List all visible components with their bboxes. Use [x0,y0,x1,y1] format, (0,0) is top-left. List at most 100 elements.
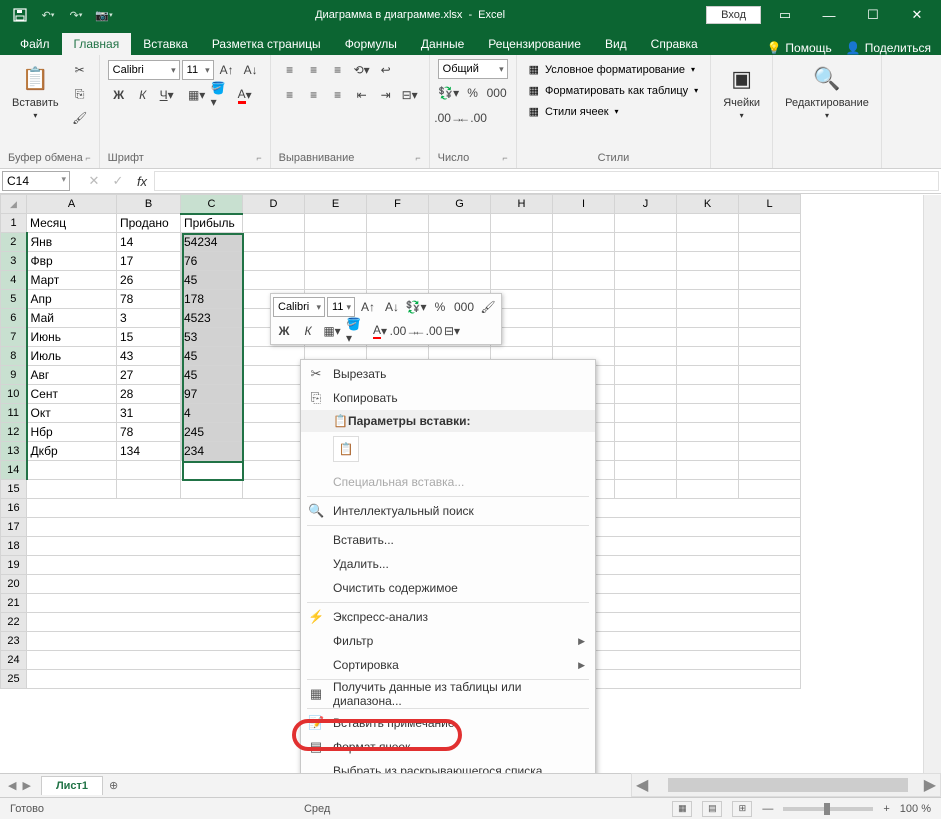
sheet-tab[interactable]: Лист1 [41,776,103,795]
name-box[interactable]: C14 [2,171,70,191]
col-header[interactable]: F [367,195,429,214]
align-right-icon[interactable]: ≡ [327,84,349,106]
cm-filter[interactable]: Фильтр▶ [301,629,595,653]
page-break-icon[interactable]: ⊞ [732,801,752,817]
h-scrollbar[interactable]: ◀▶ [631,773,941,797]
align-top-icon[interactable]: ≡ [279,59,301,81]
format-painter-icon[interactable]: 🖌 [69,107,91,129]
tab-help[interactable]: Справка [639,33,710,55]
cm-clear[interactable]: Очистить содержимое [301,576,595,600]
select-all-corner[interactable]: ◢ [1,195,27,214]
row-header[interactable]: 4 [1,271,27,290]
mini-border-icon[interactable]: ▦▾ [321,320,343,342]
mini-decrease-font-icon[interactable]: A↓ [381,296,403,318]
tab-insert[interactable]: Вставка [131,33,200,55]
cm-smart-lookup[interactable]: 🔍Интеллектуальный поиск [301,499,595,523]
conditional-format-button[interactable]: ▦Условное форматирование▾ [525,61,699,78]
add-sheet-icon[interactable]: ⊕ [109,779,118,792]
sheet-next-icon[interactable]: ▶ [22,779,30,792]
v-scrollbar[interactable] [923,195,941,773]
col-header[interactable]: G [429,195,491,214]
copy-icon[interactable]: ⎘ [69,83,91,105]
font-color-icon[interactable]: A▾ [234,84,256,106]
tell-me[interactable]: 💡Помощь [766,41,831,55]
mini-size-select[interactable]: 11 [327,297,355,317]
increase-font-icon[interactable]: A↑ [216,59,238,81]
cm-delete[interactable]: Удалить... [301,552,595,576]
minimize-icon[interactable]: — [809,0,849,30]
normal-view-icon[interactable]: ▦ [672,801,692,817]
redo-icon[interactable]: ↷▾ [66,5,86,25]
undo-icon[interactable]: ↶▾ [38,5,58,25]
sheet-prev-icon[interactable]: ◀ [8,779,16,792]
orientation-icon[interactable]: ⟲▾ [351,59,373,81]
fx-icon[interactable]: fx [130,174,154,189]
merge-icon[interactable]: ⊟▾ [399,84,421,106]
row-header[interactable]: 2 [1,233,27,252]
bold-button[interactable]: Ж [108,84,130,106]
close-icon[interactable]: ✕ [897,0,937,30]
row-header[interactable]: 13 [1,442,27,461]
cancel-formula-icon[interactable]: ✕ [82,173,106,189]
page-layout-icon[interactable]: ▤ [702,801,722,817]
align-bottom-icon[interactable]: ≡ [327,59,349,81]
paste-button[interactable]: 📋 Вставить ▾ [8,59,63,124]
cell[interactable]: Продано [117,214,181,233]
cm-insert-comment[interactable]: 📝Вставить примечание [301,711,595,735]
paste-default-icon[interactable]: 📋 [333,436,359,462]
row-header[interactable]: 11 [1,404,27,423]
cell[interactable]: Месяц [27,214,117,233]
row-header[interactable]: 1 [1,214,27,233]
comma-icon[interactable]: 000 [486,82,508,104]
number-format-select[interactable]: Общий [438,59,508,79]
mini-fill-icon[interactable]: 🪣▾ [345,320,367,342]
zoom-out-icon[interactable]: — [762,803,773,815]
col-header-d[interactable]: D [243,195,305,214]
mini-bold-button[interactable]: Ж [273,320,295,342]
mini-format-painter-icon[interactable]: 🖌 [477,296,499,318]
col-header[interactable]: E [305,195,367,214]
cm-get-table-data[interactable]: ▦Получить данные из таблицы или диапазон… [301,682,595,706]
mini-inc-decimal-icon[interactable]: .00→ [393,320,415,342]
cm-copy[interactable]: ⎘Копировать [301,386,595,410]
font-launcher[interactable]: ⌐ [256,153,261,163]
ribbon-display-icon[interactable]: ▭ [765,0,805,30]
cm-cut[interactable]: ✂Вырезать [301,362,595,386]
mini-font-select[interactable]: Calibri [273,297,325,317]
row-header[interactable]: 14 [1,461,27,480]
col-header[interactable]: I [553,195,615,214]
row-header[interactable]: 10 [1,385,27,404]
cm-format-cells[interactable]: ▤Формат ячеек... [301,735,595,759]
col-header-c[interactable]: C [181,195,243,214]
decrease-font-icon[interactable]: A↓ [240,59,262,81]
clipboard-launcher[interactable]: ⌐ [85,153,90,163]
formula-input[interactable] [154,171,939,191]
col-header-b[interactable]: B [117,195,181,214]
cells-button[interactable]: ▣ Ячейки ▾ [719,59,764,124]
login-button[interactable]: Вход [706,6,761,24]
col-header[interactable]: H [491,195,553,214]
accept-formula-icon[interactable]: ✓ [106,173,130,189]
border-icon[interactable]: ▦▾ [186,84,208,106]
row-header[interactable]: 9 [1,366,27,385]
row-header[interactable]: 3 [1,252,27,271]
row-header[interactable]: 6 [1,309,27,328]
col-header[interactable]: K [677,195,739,214]
tab-view[interactable]: Вид [593,33,639,55]
increase-indent-icon[interactable]: ⇥ [375,84,397,106]
cell[interactable]: Прибыль [181,214,243,233]
col-header-a[interactable]: A [27,195,117,214]
cm-quick-analysis[interactable]: ⚡Экспресс-анализ [301,605,595,629]
align-center-icon[interactable]: ≡ [303,84,325,106]
align-middle-icon[interactable]: ≡ [303,59,325,81]
tab-page-layout[interactable]: Разметка страницы [200,33,333,55]
fill-color-icon[interactable]: 🪣▾ [210,84,232,106]
currency-icon[interactable]: 💱▾ [438,82,460,104]
wrap-text-icon[interactable]: ↩ [375,59,397,81]
mini-percent-icon[interactable]: % [429,296,451,318]
decrease-indent-icon[interactable]: ⇤ [351,84,373,106]
col-header[interactable]: L [739,195,801,214]
align-left-icon[interactable]: ≡ [279,84,301,106]
mini-increase-font-icon[interactable]: A↑ [357,296,379,318]
col-header[interactable]: J [615,195,677,214]
